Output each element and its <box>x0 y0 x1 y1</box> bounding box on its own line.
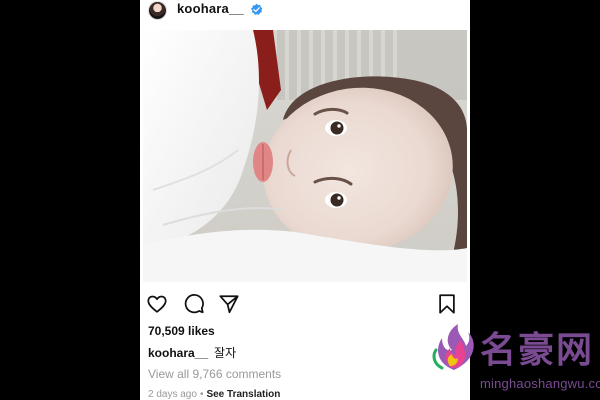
post-caption: koohara__ 잘자 <box>148 344 236 361</box>
see-translation-link[interactable]: See Translation <box>206 389 280 400</box>
view-comments-link[interactable]: View all 9,766 comments <box>148 367 281 381</box>
comment-icon[interactable] <box>183 293 205 315</box>
caption-username[interactable]: koohara__ <box>148 346 208 360</box>
post-photo[interactable] <box>143 30 467 282</box>
selfie-image <box>143 30 467 282</box>
screenshot-stage: koohara__ 70,509 likes koohara__ 잘자 View… <box>0 0 600 400</box>
post-meta: 2 days ago • See Translation <box>148 389 280 400</box>
flame-logo-icon <box>428 320 480 374</box>
post-actions-bar <box>140 286 470 318</box>
post-header: koohara__ <box>140 0 470 22</box>
meta-separator: • <box>199 389 204 400</box>
post-username[interactable]: koohara__ <box>177 1 244 17</box>
caption-text: 잘자 <box>214 346 237 360</box>
watermark-url: minghaoshangwu.com <box>480 376 600 391</box>
likes-count[interactable]: 70,509 likes <box>148 324 215 338</box>
instagram-post: koohara__ 70,509 likes koohara__ 잘자 View… <box>140 0 470 400</box>
verified-badge-icon <box>250 3 263 16</box>
watermark-title: 名豪网 <box>480 329 595 370</box>
bookmark-icon[interactable] <box>436 293 458 315</box>
site-watermark: 名豪网 minghaoshangwu.com <box>428 320 600 400</box>
avatar[interactable] <box>148 1 167 20</box>
send-icon[interactable] <box>218 293 240 315</box>
heart-icon[interactable] <box>146 293 168 315</box>
post-timestamp: 2 days ago <box>148 389 197 400</box>
